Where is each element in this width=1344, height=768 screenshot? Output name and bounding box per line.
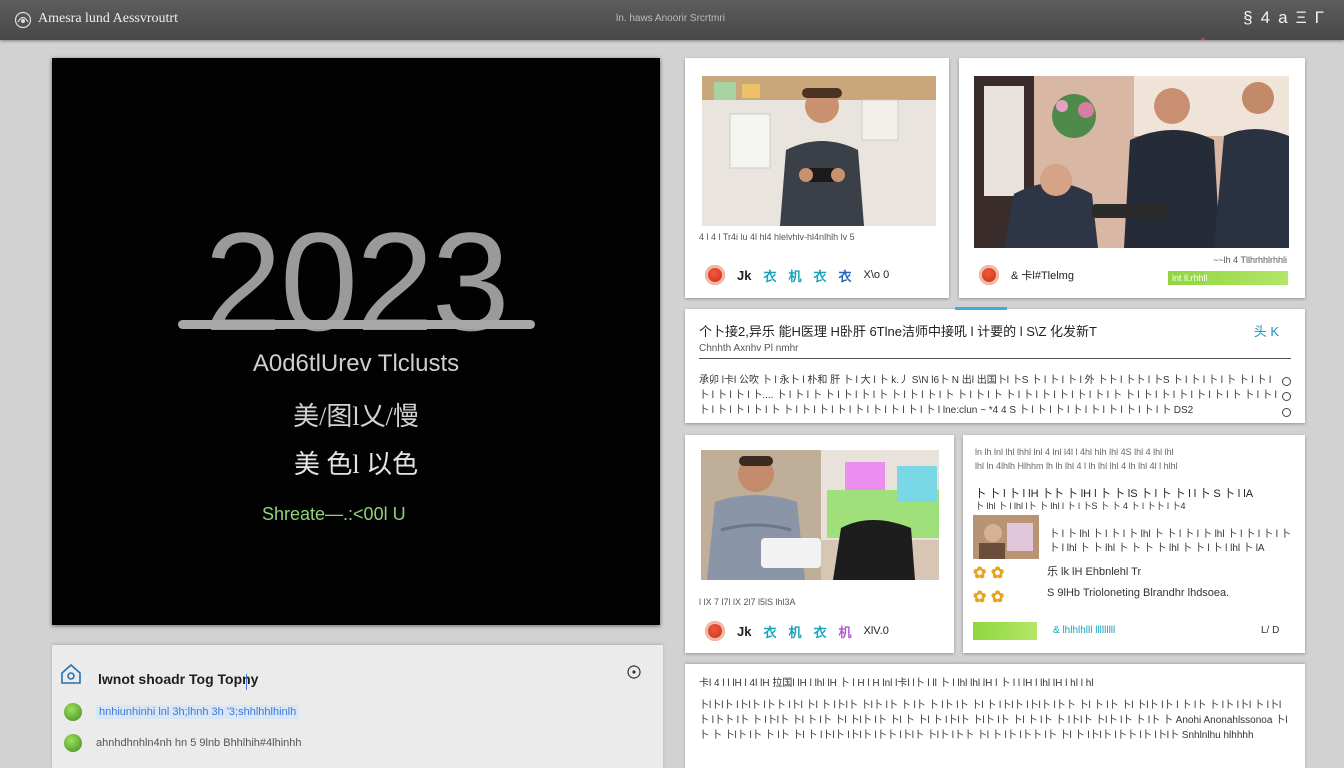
hero-caption: Shreate—.:<00l U [262,504,406,524]
top-bar-actions: § 4 a Ξ Γ [1243,8,1324,28]
video-thumbnail[interactable] [701,450,939,580]
radio-option-icon[interactable] [1282,377,1291,386]
video-card[interactable]: l lX 7 l7l lX 2l7 l5lS lhl3A Jk 衣 机 衣 机 … [685,435,954,653]
news-card[interactable]: ln lh lnl lhl lhhl lnl 4 lnl l4l l 4hl h… [963,435,1305,653]
news-footer-label: & lhlhlhlll lllllllll [1053,625,1116,636]
radio-option-icon[interactable] [1282,408,1291,417]
hero-title: A0d6tlUrev Tlclusts [252,350,460,377]
hero-year: 2023 [204,203,509,360]
article-card[interactable]: 个卜接2,异乐 能H医理 H卧肝 6Tlne洁师中接吼 l 计要的 l S\Z … [685,307,1305,423]
news-line[interactable]: S 9lHb Trioloneting Blrandhr lhdsoea. [1047,587,1229,599]
hero-subtitle-2: 美 色l 以色 [293,450,419,479]
news-thumbnail-image [973,515,1039,559]
share-icon-2[interactable]: 衣 [763,622,776,641]
sun-icon: ✿ ✿ [973,565,1005,582]
settings-icon[interactable]: Γ [1315,8,1324,28]
article-accent [955,307,1007,310]
news-thumbnail[interactable] [973,515,1039,559]
news-line: 卜 lhl 卜 l lhl l卜 卜 lhl l 卜 l 卜S 卜 卜 4 卜 … [975,501,1186,511]
video-meta: ~~lh 4 Tllhrhhlrhhli [1213,255,1287,265]
page-subtitle: ln. haws Anoorir Srcrtmri [616,13,725,24]
share-icon-1[interactable]: Jk [737,268,751,283]
progress-bar: lnt ll.rhhll [1168,271,1288,285]
menu-icon[interactable]: Ξ [1296,8,1307,28]
top-bar: Amesra lund Aessvroutrt ln. haws Anoorir… [0,0,1344,40]
status-indicator [1201,38,1205,40]
long-article-headline[interactable]: 卡l 4 l l lH l 4l lH 拉国l lH l lhl lH 卜 l … [699,674,1094,689]
channel-avatar-icon[interactable] [979,265,999,285]
section-icon[interactable]: § [1243,8,1252,28]
options-icon[interactable] [627,665,641,679]
profile-icon[interactable]: a [1278,8,1287,28]
share-icon-5[interactable]: 机 [839,622,852,641]
app-title: Amesra lund Aessvroutrt [38,11,178,26]
hero-divider [178,320,535,329]
topic-heading: lwnot shoadr Tog Topny [98,671,259,687]
news-line: lhl ln 4lhlh Hlhhm lh lh lhl 4 l lh lhl … [975,461,1178,471]
video-thumbnail[interactable] [702,76,936,226]
home-pin-icon[interactable] [60,663,82,685]
text-cursor [246,674,247,690]
channel-bar: & 卡l#Tlelmg [979,265,1074,285]
app-logo-icon [14,11,32,29]
video-meta: l lX 7 l7l lX 2l7 l5lS lhl3A [699,597,796,607]
long-article-card[interactable]: 卡l 4 l l lH l 4l lH 拉国l lH l lhl lH 卜 l … [685,664,1305,768]
share-icon-3[interactable]: 机 [788,266,801,285]
radio-option-icon[interactable] [1282,392,1291,401]
hero-banner[interactable]: 2023 A0d6tlUrev Tlclusts 美/图l乂/慢 美 色l 以色… [52,58,660,625]
news-count: L/ D [1261,625,1280,636]
news-line: 卜 l lhl 卜 卜 lhl 卜 卜 卜 卜 lhl 卜 卜 l 卜 l lh… [1049,543,1265,554]
video-thumbnail-image [701,450,939,580]
topic-row-text: ahnhdhnhln4nh hn 5 9lnb Bhhlhih#4lhinhh [96,737,302,749]
share-icon-1[interactable]: Jk [737,624,751,639]
news-line: ln lh lnl lhl lhhl lnl 4 lnl l4l l 4hl h… [975,447,1174,457]
article-headline[interactable]: 个卜接2,异乐 能H医理 H卧肝 6Tlne洁师中接吼 l 计要的 l S\Z … [699,321,1097,340]
video-card[interactable]: ~~lh 4 Tllhrhhlrhhli & 卡l#Tlelmg lnt ll.… [959,58,1305,298]
long-article-body: 卜l卜l卜 l卜l卜 l卜卜 l卜l 卜l 卜 l卜l卜 卜l卜 l卜 卜 l卜… [699,700,1288,741]
divider [699,358,1291,359]
news-line: 乐 lk lH Ehbnlehl Tr [1047,566,1142,578]
notification-count-icon[interactable]: 4 [1261,8,1270,28]
news-line: 卜 l 卜 lhl 卜 l 卜 l 卜 lhl 卜 卜 l 卜 l 卜 lhl … [1049,529,1291,540]
record-icon[interactable] [705,621,725,641]
topic-bullet-icon [64,734,82,752]
video-thumbnail[interactable] [974,76,1289,248]
topic-row[interactable]: ahnhdhnhln4nh hn 5 9lnb Bhhlhih#4lhinhh [64,734,302,752]
hero-subtitle-1: 美/图l乂/慢 [293,402,419,431]
view-count: XlV.0 [863,625,889,637]
video-card[interactable]: 4 l 4 l Tr4i lu 4l hl4 hlelvhlv-hl4nlhlh… [685,58,949,298]
article-body: 承卯 l卡l 公吹 卜 l 永卜 l 朴和 肝 卜 l 大 l 卜 k.丿 S\… [699,375,1277,416]
view-count: X\o 0 [863,269,890,281]
share-bar: Jk 衣 机 衣 机 XlV.0 [705,621,889,641]
video-meta: 4 l 4 l Tr4i lu 4l hl4 hlelvhlv-hl4nlhlh… [699,232,855,242]
sun-icon: ✿ ✿ [973,589,1005,606]
topic-row-text: hnhiunhinhi lnl 3h;lhnh 3h '3;shhlhhlhin… [96,705,300,719]
share-icon-4[interactable]: 衣 [814,622,827,641]
share-icon-4[interactable]: 衣 [814,266,827,285]
video-thumbnail-image [974,76,1289,248]
share-icon-3[interactable]: 机 [788,622,801,641]
topic-panel: lwnot shoadr Tog Topny hnhiunhinhi lnl 3… [52,645,663,768]
share-icon-2[interactable]: 衣 [763,266,776,285]
channel-label: & 卡l#Tlelmg [1011,270,1074,282]
video-thumbnail-image [702,76,936,226]
share-bar: Jk 衣 机 衣 衣 X\o 0 [705,265,889,285]
share-icon-5[interactable]: 衣 [839,266,852,285]
article-byline: Chnhth Axnhv Pl nmhr [699,343,799,354]
record-icon[interactable] [705,265,725,285]
topic-bullet-icon [64,703,82,721]
article-tag[interactable]: 头 K [1254,321,1279,340]
topic-row[interactable]: hnhiunhinhi lnl 3h;lhnh 3h '3;shhlhhlhin… [64,703,300,721]
green-tag[interactable] [973,622,1037,640]
